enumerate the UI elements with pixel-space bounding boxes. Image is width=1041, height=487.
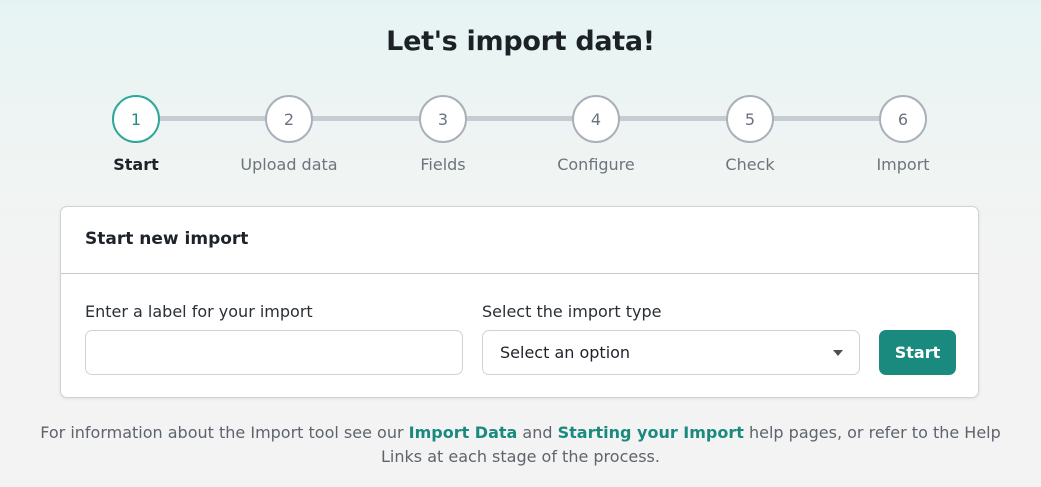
step-import[interactable]: 6 Import [833, 95, 973, 174]
import-type-select[interactable]: Select an option [482, 330, 860, 375]
step-label: Check [725, 155, 775, 174]
step-circle: 6 [879, 95, 927, 143]
step-circle: 2 [265, 95, 313, 143]
step-circle: 4 [572, 95, 620, 143]
starting-your-import-link[interactable]: Starting your Import [558, 423, 744, 442]
start-button[interactable]: Start [879, 330, 956, 375]
step-label: Fields [420, 155, 466, 174]
help-text-middle: and [517, 423, 558, 442]
step-fields[interactable]: 3 Fields [373, 95, 513, 174]
step-check[interactable]: 5 Check [680, 95, 820, 174]
step-start[interactable]: 1 Start [66, 95, 206, 174]
help-text: For information about the Import tool se… [40, 421, 1001, 469]
import-label-input[interactable] [85, 330, 463, 375]
import-type-selected-value: Select an option [500, 343, 631, 362]
step-circle: 3 [419, 95, 467, 143]
import-stepper: 1 Start 2 Upload data 3 Fields 4 Configu… [0, 0, 1041, 190]
help-text-before: For information about the Import tool se… [40, 423, 409, 442]
step-configure[interactable]: 4 Configure [526, 95, 666, 174]
step-circle: 1 [112, 95, 160, 143]
card-title: Start new import [61, 207, 978, 274]
step-circle: 5 [726, 95, 774, 143]
chevron-down-icon [833, 349, 843, 356]
step-label: Upload data [240, 155, 338, 174]
import-label-field-label: Enter a label for your import [85, 302, 313, 321]
step-label: Import [876, 155, 930, 174]
step-upload-data[interactable]: 2 Upload data [219, 95, 359, 174]
start-import-card: Start new import Enter a label for your … [60, 206, 979, 398]
import-type-field-label: Select the import type [482, 302, 662, 321]
import-data-link[interactable]: Import Data [409, 423, 518, 442]
step-label: Start [113, 155, 159, 174]
step-label: Configure [557, 155, 635, 174]
